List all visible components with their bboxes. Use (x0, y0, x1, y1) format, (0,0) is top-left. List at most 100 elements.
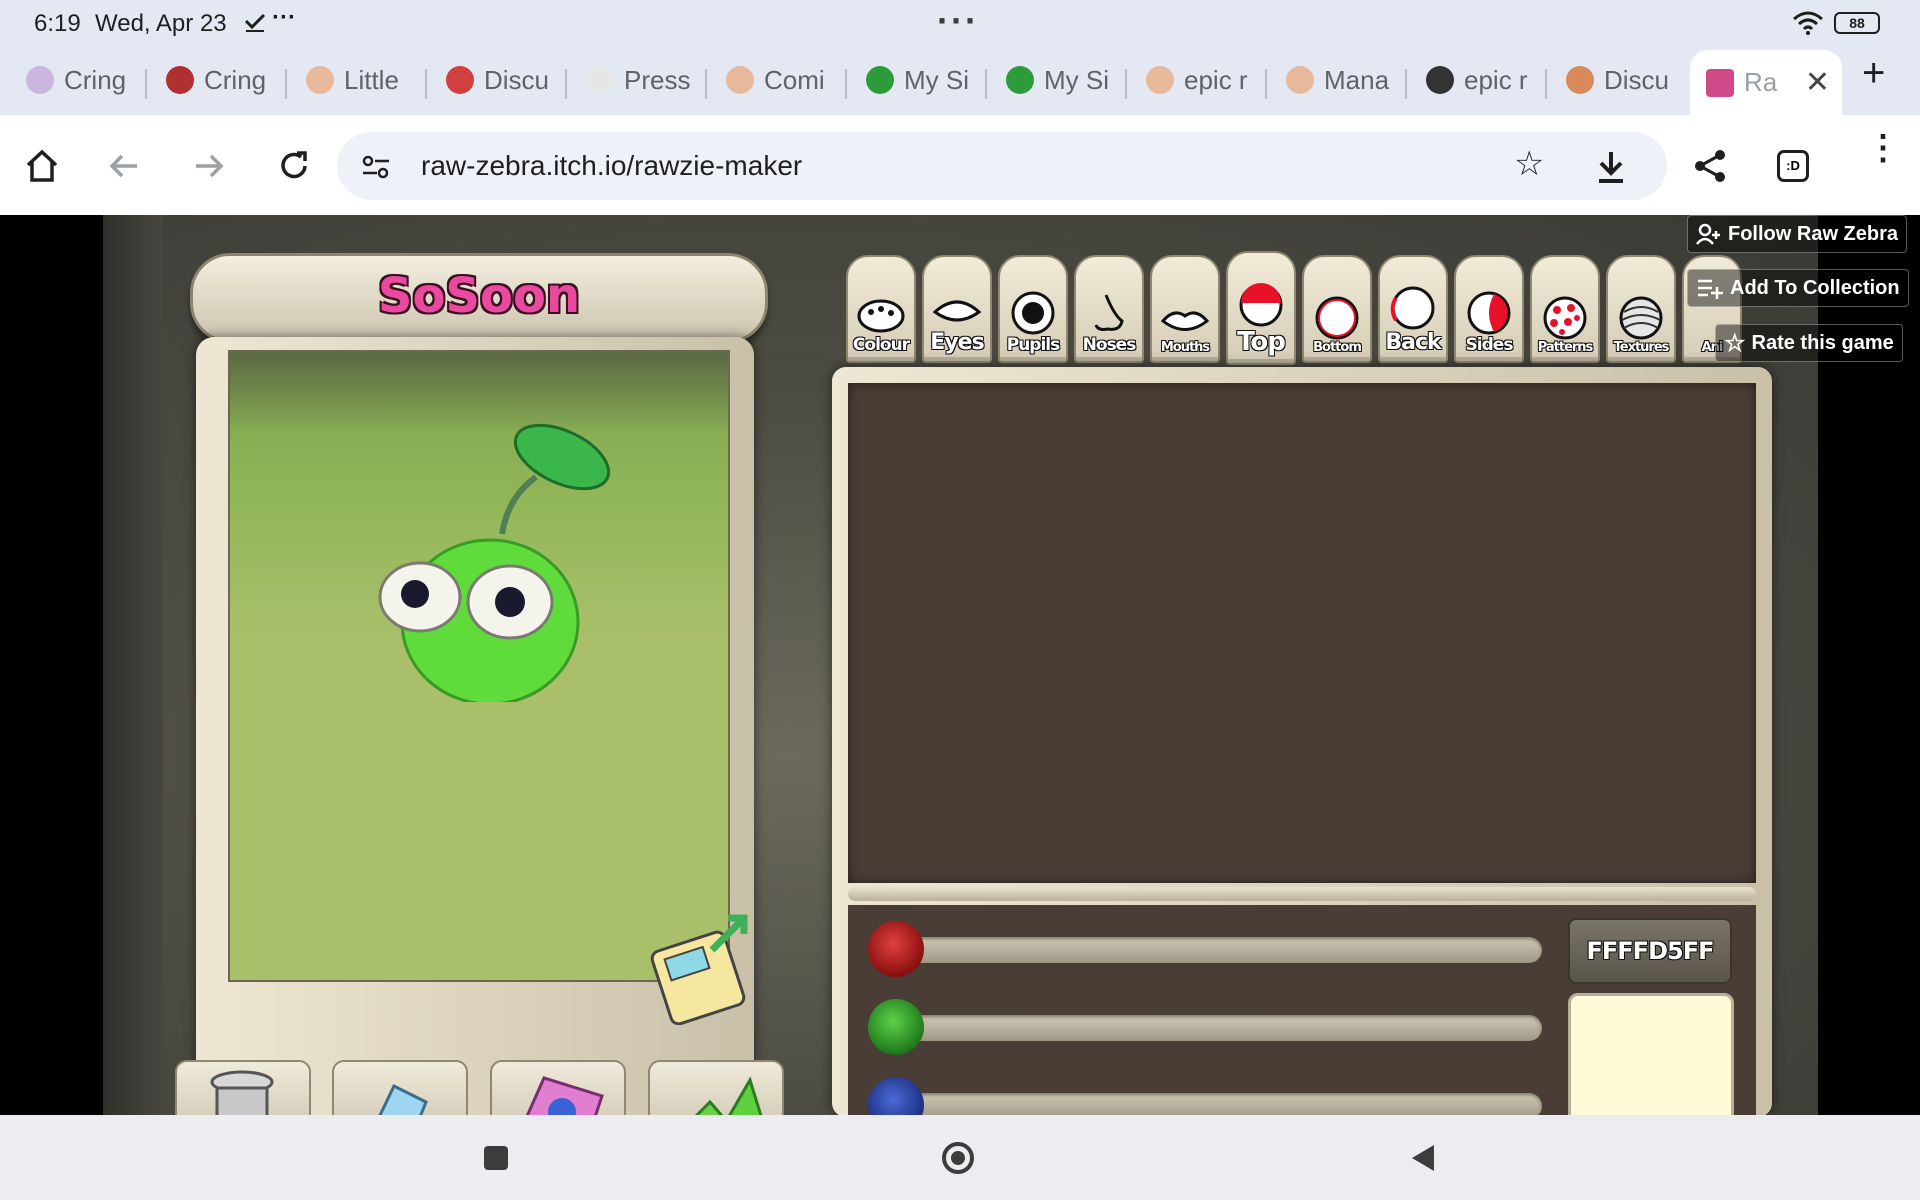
reload-icon[interactable] (277, 149, 311, 183)
red-slider-knob[interactable] (868, 921, 924, 977)
tab-separator (1405, 69, 1407, 99)
category-tab-back[interactable]: Back (1378, 255, 1448, 363)
textures-icon (1619, 296, 1663, 340)
tab-separator (285, 69, 287, 99)
browser-tab[interactable]: My Si (1006, 53, 1111, 107)
game-area: SoSoon Colour Eyes Pupils Noses Mouths T… (0, 215, 1920, 1115)
category-tab-eyes[interactable]: Eyes (922, 255, 992, 363)
eraser-icon (378, 1083, 428, 1115)
tab-separator (565, 69, 567, 99)
bookmark-star-icon[interactable]: ☆ (1514, 144, 1544, 184)
browser-tab[interactable]: epic r (1426, 53, 1531, 107)
category-tab-mouths[interactable]: Mouths (1150, 255, 1220, 363)
green-slider-track[interactable] (906, 1015, 1542, 1041)
battery-level: 88 (1849, 15, 1865, 31)
category-tab-bottom[interactable]: Bottom (1302, 255, 1372, 363)
active-tab[interactable]: Ra ✕ (1690, 50, 1842, 115)
creature-name[interactable]: SoSoon (193, 268, 765, 324)
system-nav-bar (0, 1115, 1920, 1200)
add-to-list-icon (1698, 279, 1723, 299)
status-bar: 6:19 Wed, Apr 23 ··· ··· 88 (0, 0, 1920, 45)
delete-tool-button[interactable] (175, 1060, 311, 1115)
creature-preview (228, 350, 730, 982)
eraser-tool-button[interactable] (332, 1060, 468, 1115)
tab-favicon (306, 66, 334, 94)
tab-switcher-icon[interactable]: :D (1777, 150, 1809, 182)
browser-tab[interactable]: My Si (866, 53, 971, 107)
tab-favicon (1146, 66, 1174, 94)
hex-value-text: FFFFD5FF (1586, 937, 1715, 965)
browser-tab[interactable]: Discu (446, 53, 551, 107)
tab-label: Comi (764, 64, 825, 95)
download-icon[interactable] (1596, 150, 1626, 184)
category-label: Back (1385, 330, 1441, 355)
forward-icon[interactable] (192, 149, 226, 183)
category-tab-colour[interactable]: Colour (846, 255, 916, 363)
share-icon[interactable] (1692, 148, 1728, 184)
save-image-button[interactable] (650, 910, 760, 1025)
browser-toolbar: ☆ :D ⋮ (0, 115, 1920, 215)
star-icon: ☆ (1724, 329, 1746, 357)
browser-tab[interactable]: Press (586, 53, 691, 107)
tab-label: epic r (1184, 64, 1248, 95)
tab-favicon (866, 66, 894, 94)
category-tab-top[interactable]: Top (1226, 251, 1296, 365)
tab-label: Discu (484, 64, 550, 95)
tab-favicon (586, 66, 614, 94)
tab-separator (145, 69, 147, 99)
red-slider-track[interactable] (906, 937, 1542, 963)
browser-tab[interactable]: Cring (166, 53, 271, 107)
mouth-icon (1160, 311, 1210, 331)
category-label: Textures (1613, 340, 1670, 355)
follow-button[interactable]: Follow Raw Zebra (1687, 215, 1908, 253)
tab-favicon (1286, 66, 1314, 94)
browser-tab[interactable]: Little (306, 53, 411, 107)
category-tab-pupils[interactable]: Pupils (998, 255, 1068, 363)
browser-tab[interactable]: Comi (726, 53, 831, 107)
close-tab-icon[interactable]: ✕ (1805, 65, 1830, 100)
category-tab-sides[interactable]: Sides (1454, 255, 1524, 363)
rate-game-button[interactable]: ☆ Rate this game (1715, 324, 1903, 362)
recent-apps-icon[interactable] (484, 1146, 508, 1170)
home-nav-icon[interactable] (942, 1142, 974, 1174)
category-tab-patterns[interactable]: Patterns (1530, 255, 1600, 363)
back-icon[interactable] (107, 149, 141, 183)
gem-tool-button[interactable] (648, 1060, 784, 1115)
collection-label: Add To Collection (1730, 276, 1900, 299)
url-input[interactable] (419, 144, 1423, 188)
browser-tab[interactable]: Mana (1286, 53, 1391, 107)
hex-value-field[interactable]: FFFFD5FF (1568, 918, 1732, 984)
tab-favicon (446, 66, 474, 94)
paint-tool-button[interactable] (490, 1060, 626, 1115)
creature[interactable] (350, 402, 670, 702)
tab-favicon (26, 66, 54, 94)
tab-separator (705, 69, 707, 99)
category-tab-noses[interactable]: Noses (1074, 255, 1144, 363)
tab-label: Mana (1324, 64, 1390, 95)
site-settings-icon[interactable] (361, 154, 391, 180)
window-handle-icon[interactable]: ··· (937, 0, 979, 42)
blue-slider-track[interactable] (906, 1093, 1542, 1115)
follow-label: Follow Raw Zebra (1728, 222, 1899, 245)
status-date: Wed, Apr 23 (95, 10, 227, 37)
category-label: Bottom (1313, 340, 1362, 355)
home-icon[interactable] (24, 148, 60, 184)
creature-right-pupil (495, 587, 525, 617)
browser-tab[interactable]: epic r (1146, 53, 1251, 107)
options-panel[interactable] (848, 383, 1756, 883)
tab-favicon (726, 66, 754, 94)
browser-tab[interactable]: Cring (26, 53, 131, 107)
trash-icon (210, 1070, 274, 1115)
add-to-collection-button[interactable]: Add To Collection (1687, 269, 1909, 307)
menu-icon[interactable]: ⋮ (1866, 131, 1900, 165)
address-bar[interactable]: ☆ (337, 132, 1667, 200)
tab-label: My Si (904, 64, 969, 95)
back-nav-icon[interactable] (1410, 1143, 1436, 1173)
tab-favicon (166, 66, 194, 94)
category-tab-textures[interactable]: Textures (1606, 255, 1676, 363)
name-banner: SoSoon (190, 253, 768, 343)
green-slider-knob[interactable] (868, 999, 924, 1055)
browser-tab[interactable]: Discu (1566, 53, 1671, 107)
new-tab-icon[interactable]: + (1862, 51, 1885, 96)
tab-strip: Cring Cring Little Discu Press Comi My S… (0, 45, 1920, 115)
